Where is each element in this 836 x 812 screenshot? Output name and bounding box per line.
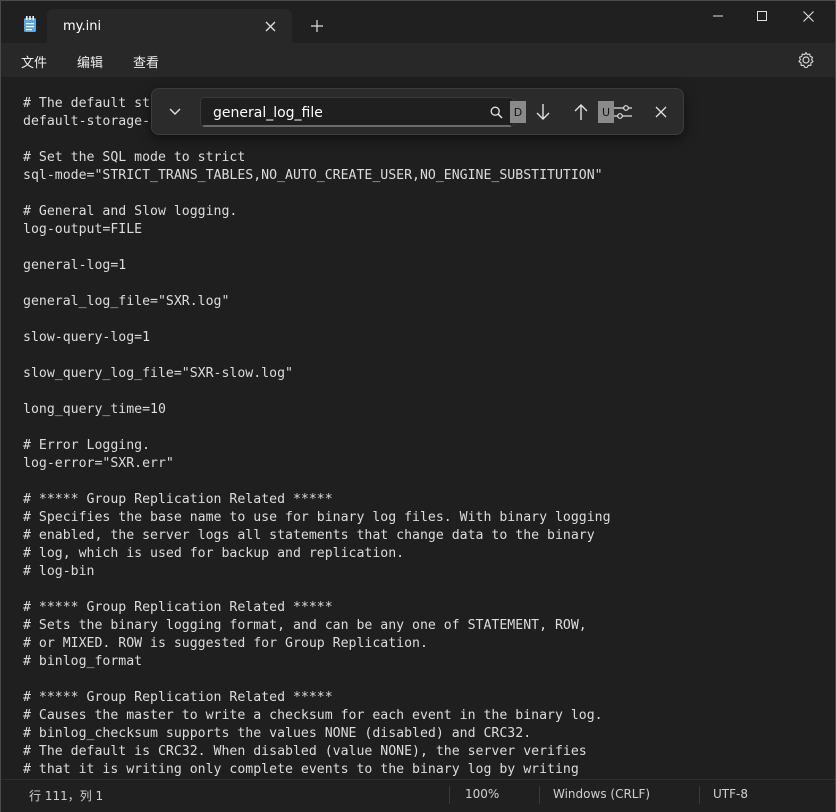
code-line[interactable] <box>23 419 611 437</box>
arrow-up-icon <box>574 104 588 120</box>
find-input[interactable] <box>211 102 485 124</box>
cursor-position: 行 111，列 1 <box>29 789 104 803</box>
code-line[interactable]: # enabled, the server logs all statement… <box>23 527 611 545</box>
plus-icon <box>311 20 323 32</box>
status-divider <box>449 786 450 804</box>
notepad-window: my.ini 文件 编辑 查看 # The default st default… <box>0 0 836 812</box>
tab-close-button[interactable] <box>262 18 278 34</box>
find-previous-button[interactable] <box>568 99 594 125</box>
close-icon <box>802 10 814 22</box>
gear-icon[interactable] <box>797 51 815 69</box>
code-line[interactable] <box>23 311 611 329</box>
code-line[interactable]: general-log=1 <box>23 257 611 275</box>
minimize-button[interactable] <box>695 1 741 31</box>
code-line[interactable]: general_log_file="SXR.log" <box>23 293 611 311</box>
arrow-down-icon <box>536 104 550 120</box>
window-close-button[interactable] <box>785 1 831 31</box>
close-icon <box>265 21 275 31</box>
chevron-down-icon <box>169 108 181 115</box>
notepad-app-icon <box>24 16 36 32</box>
code-line[interactable]: # log, which is used for backup and repl… <box>23 545 611 563</box>
maximize-button[interactable] <box>739 1 785 31</box>
menu-edit[interactable]: 编辑 <box>77 52 103 71</box>
code-line[interactable]: # General and Slow logging. <box>23 203 611 221</box>
tab-title: my.ini <box>63 19 102 34</box>
menu-bar: 文件 编辑 查看 <box>1 43 835 77</box>
code-line[interactable] <box>23 671 611 689</box>
code-line[interactable]: # ***** Group Replication Related ***** <box>23 599 611 617</box>
title-bar[interactable]: my.ini <box>1 1 835 43</box>
find-close-button[interactable] <box>648 99 674 125</box>
minimize-icon <box>713 15 723 17</box>
code-line[interactable]: long_query_time=10 <box>23 401 611 419</box>
close-icon <box>655 106 667 118</box>
code-line[interactable] <box>23 383 611 401</box>
code-line[interactable] <box>23 185 611 203</box>
code-line[interactable] <box>23 347 611 365</box>
status-divider <box>699 786 700 804</box>
maximize-icon <box>757 11 767 21</box>
code-line[interactable]: # Error Logging. <box>23 437 611 455</box>
code-line[interactable]: sql-mode="STRICT_TRANS_TABLES,NO_AUTO_CR… <box>23 167 611 185</box>
code-line[interactable]: log-output=FILE <box>23 221 611 239</box>
code-line[interactable]: # Sets the binary logging format, and ca… <box>23 617 611 635</box>
find-next-button[interactable] <box>530 99 556 125</box>
toggle-replace-button[interactable] <box>162 99 188 125</box>
code-line[interactable]: # or MIXED. ROW is suggested for Group R… <box>23 635 611 653</box>
search-icon[interactable] <box>490 106 503 119</box>
new-tab-button[interactable] <box>307 16 327 36</box>
editor-content[interactable]: # The default st default-storage- # Set th… <box>23 95 611 779</box>
status-divider <box>539 786 540 804</box>
code-line[interactable] <box>23 473 611 491</box>
code-line[interactable]: slow-query-log=1 <box>23 329 611 347</box>
code-line[interactable] <box>23 239 611 257</box>
code-line[interactable]: slow_query_log_file="SXR-slow.log" <box>23 365 611 383</box>
find-bar: D U <box>151 88 684 135</box>
code-line[interactable] <box>23 581 611 599</box>
code-line[interactable]: log-error="SXR.err" <box>23 455 611 473</box>
code-line[interactable]: # log-bin <box>23 563 611 581</box>
tab-my-ini[interactable]: my.ini <box>47 9 292 43</box>
code-line[interactable]: # Set the SQL mode to strict <box>23 149 611 167</box>
encoding: UTF-8 <box>713 787 748 801</box>
zoom-level: 100% <box>465 787 500 801</box>
find-field[interactable] <box>200 97 514 127</box>
code-line[interactable]: # The default is CRC32. When disabled (v… <box>23 743 611 761</box>
code-line[interactable] <box>23 275 611 293</box>
code-line[interactable]: # that it is writing only complete event… <box>23 761 611 779</box>
code-line[interactable]: # ***** Group Replication Related ***** <box>23 491 611 509</box>
line-ending: Windows (CRLF) <box>553 787 651 801</box>
status-bar: 行 111，列 1 100% Windows (CRLF) UTF-8 <box>1 779 835 812</box>
code-line[interactable]: # ***** Group Replication Related ***** <box>23 689 611 707</box>
menu-view[interactable]: 查看 <box>133 52 159 71</box>
code-line[interactable]: # Causes the master to write a checksum … <box>23 707 611 725</box>
code-line[interactable]: # binlog_checksum supports the values NO… <box>23 725 611 743</box>
code-line[interactable]: # binlog_format <box>23 653 611 671</box>
text-editor[interactable]: # The default st default-storage- # Set th… <box>1 77 835 779</box>
code-line[interactable]: # Specifies the base name to use for bin… <box>23 509 611 527</box>
match-case-badge: D <box>510 101 526 123</box>
menu-file[interactable]: 文件 <box>21 52 47 71</box>
find-options-button[interactable] <box>610 99 636 125</box>
filter-options-icon <box>614 105 632 119</box>
